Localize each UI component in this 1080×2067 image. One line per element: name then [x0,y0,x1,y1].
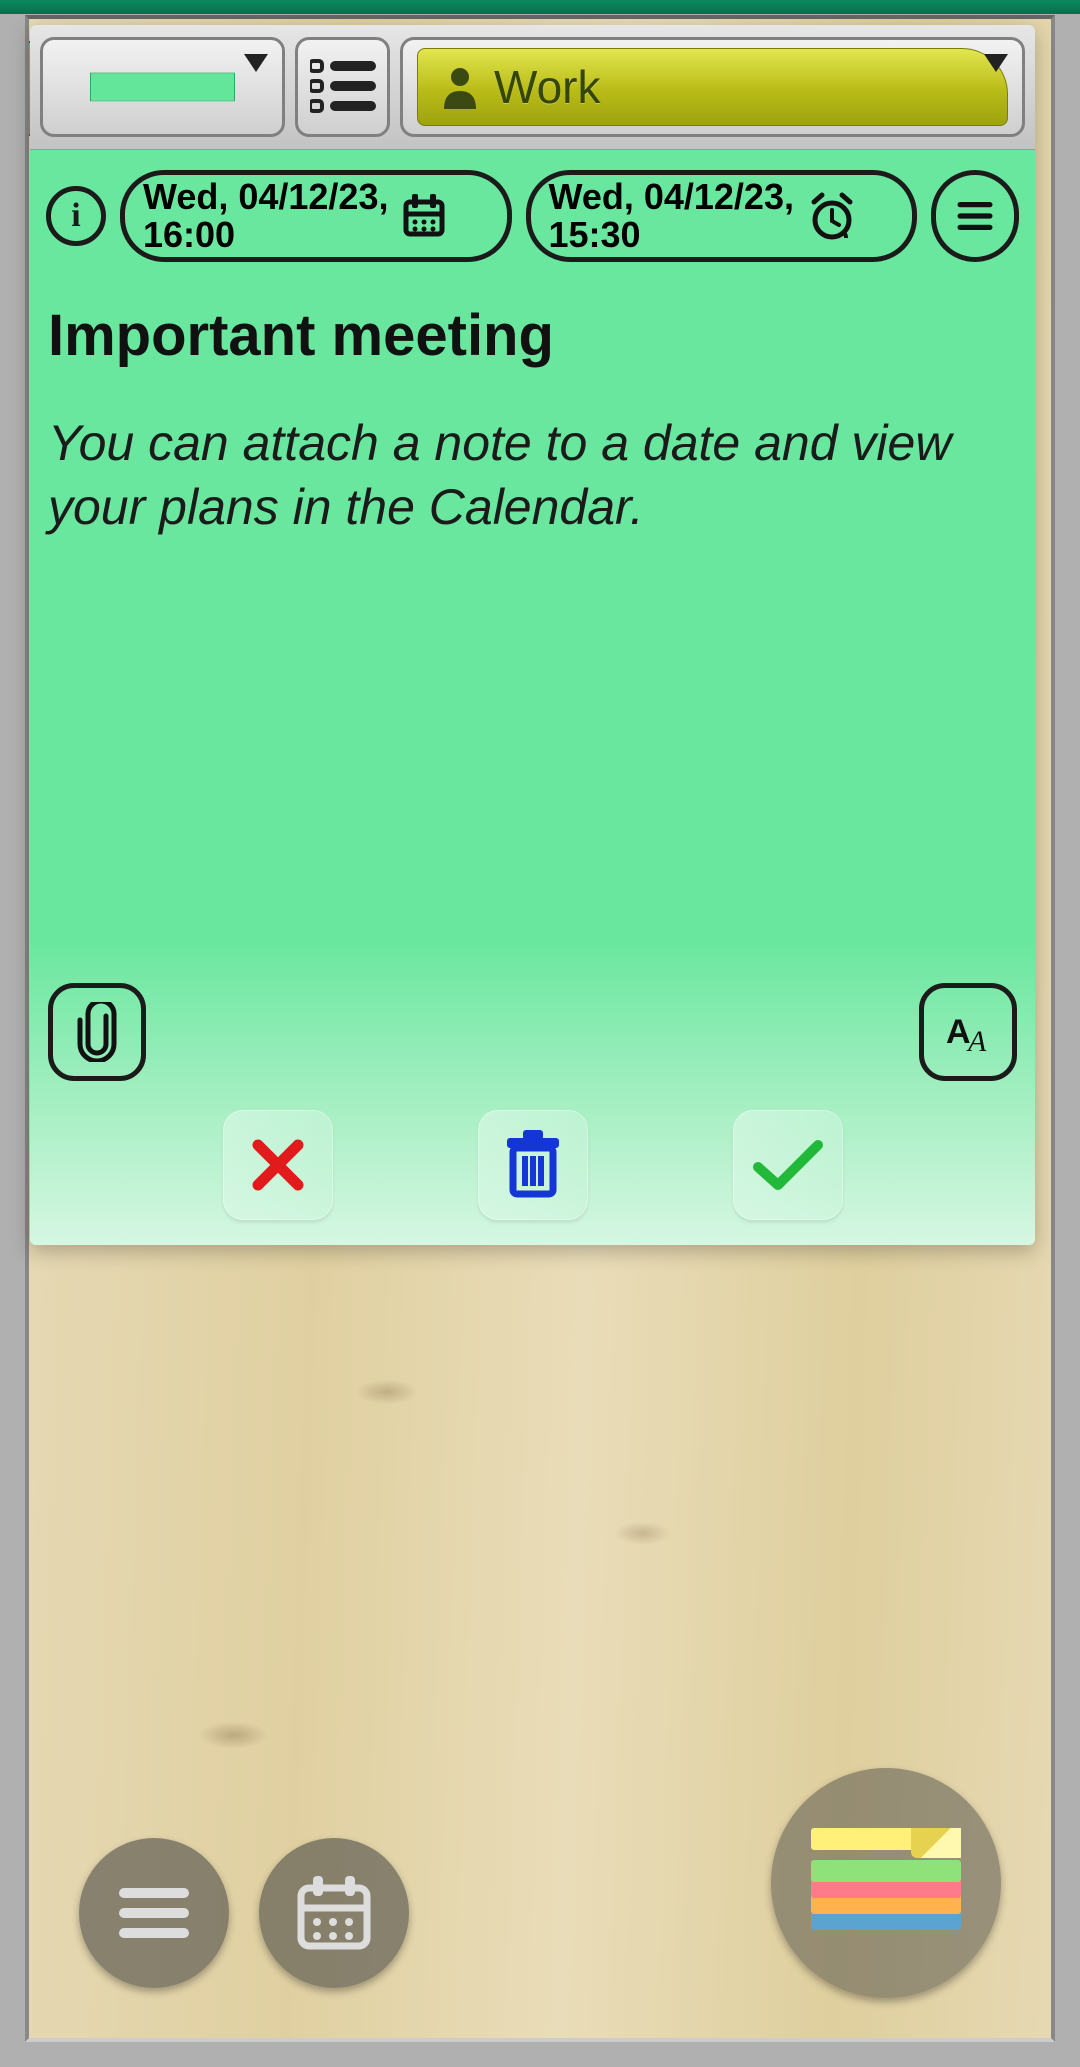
reminder-date-button[interactable]: Wed, 04/12/23, 15:30 [526,170,918,262]
delete-button[interactable] [478,1110,588,1220]
hamburger-icon [114,1883,194,1943]
person-icon [440,65,480,109]
category-pill: Work [417,48,1008,126]
chevron-down-icon [984,54,1008,72]
note-meta-row: i Wed, 04/12/23, 16:00 Wed, 04/12/23, 15… [30,150,1035,272]
color-swatch-icon [90,73,235,102]
category-picker-button[interactable]: Work [400,37,1025,137]
attach-button[interactable] [48,983,146,1081]
alarm-clock-icon [806,190,858,242]
category-label: Work [494,60,601,114]
calendar-icon [400,192,448,240]
note-title: Important meeting [48,302,1017,369]
note-text: You can attach a note to a date and view… [48,411,1017,539]
confirm-button[interactable] [733,1110,843,1220]
info-button[interactable]: i [46,186,106,246]
note-action-row [30,1105,1035,1225]
calendar-icon [289,1868,379,1958]
list-icon [310,57,376,117]
trash-icon [501,1130,565,1200]
new-note-button[interactable] [771,1768,1001,1998]
paperclip-icon [74,1002,120,1062]
note-toolbar: Work Se [30,25,1035,150]
note-editor-panel: Work Se i Wed, 04/12/23, 16:00 Wed, 04/1… [30,25,1035,1245]
list-toggle-button[interactable] [295,37,390,137]
note-body[interactable]: Important meeting You can attach a note … [30,272,1035,539]
bottom-calendar-button[interactable] [259,1838,409,1988]
note-menu-button[interactable] [931,170,1019,262]
hamburger-icon [954,196,996,236]
event-date-text: Wed, 04/12/23, 16:00 [143,178,388,254]
check-icon [752,1137,824,1193]
close-icon [246,1133,310,1197]
svg-text:A: A [966,1025,987,1057]
font-icon: A A [938,1007,998,1057]
event-date-button[interactable]: Wed, 04/12/23, 16:00 [120,170,512,262]
status-strip [0,0,1080,14]
svg-text:A: A [946,1013,971,1051]
reminder-date-text: Wed, 04/12/23, 15:30 [549,178,794,254]
info-icon: i [71,197,80,235]
bottom-menu-button[interactable] [79,1838,229,1988]
sticky-notes-icon [811,1828,961,1938]
cancel-button[interactable] [223,1110,333,1220]
chevron-down-icon [244,54,268,72]
font-style-button[interactable]: A A [919,983,1017,1081]
color-picker-button[interactable] [40,37,285,137]
